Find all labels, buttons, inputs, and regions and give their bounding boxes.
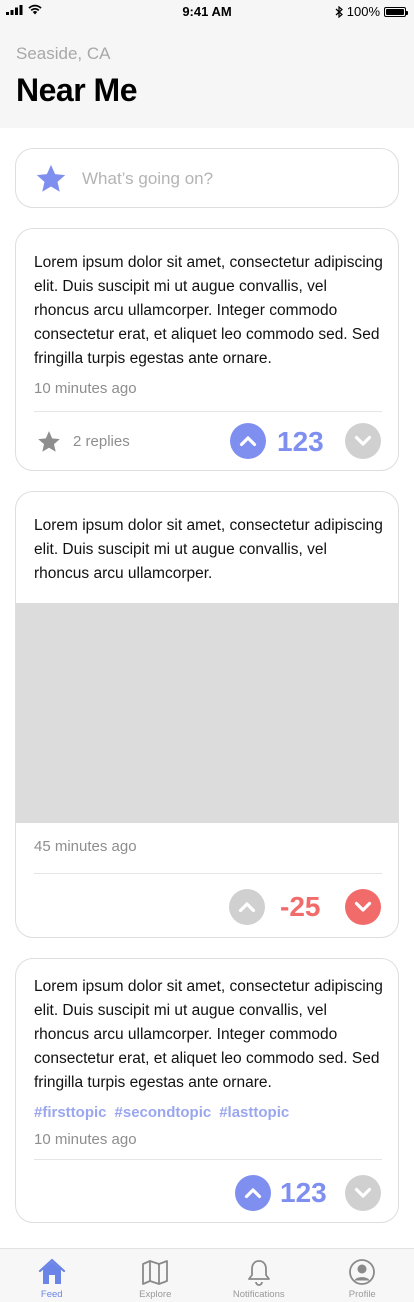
downvote-button[interactable] <box>345 423 381 459</box>
post-timestamp: 10 minutes ago <box>34 380 137 397</box>
divider <box>34 1159 382 1160</box>
tab-feed[interactable]: Feed <box>0 1249 104 1302</box>
vote-count: 123 <box>280 1177 327 1208</box>
downvote-button[interactable] <box>345 889 381 925</box>
tab-label: Explore <box>139 1289 172 1300</box>
post-timestamp: 10 minutes ago <box>34 1131 137 1148</box>
topic-tag[interactable]: #secondtopic <box>115 1104 212 1121</box>
compose-input[interactable] <box>82 161 382 197</box>
divider <box>34 873 382 874</box>
post-text: Lorem ipsum dolor sit amet, consectetur … <box>34 978 383 1091</box>
post-image[interactable] <box>16 603 398 823</box>
chevron-up-icon <box>244 1188 262 1199</box>
star-icon[interactable] <box>34 162 68 196</box>
tab-explore[interactable]: Explore <box>104 1249 208 1302</box>
post-text: Lorem ipsum dolor sit amet, consectetur … <box>34 517 383 582</box>
tab-label: Profile <box>348 1289 376 1300</box>
page-title: Near Me <box>16 72 138 108</box>
upvote-button[interactable] <box>230 423 266 459</box>
topic-tags: #firsttopic #secondtopic #lasttopic <box>34 1104 289 1121</box>
vote-count: 123 <box>277 426 324 457</box>
battery-icon <box>384 6 408 17</box>
downvote-button[interactable] <box>345 1175 381 1211</box>
header: Seaside, CA Near Me <box>0 22 414 128</box>
tab-bar: Feed Explore Notifications Profile <box>0 1248 414 1302</box>
chevron-down-icon <box>354 1187 372 1198</box>
post-card[interactable]: Lorem ipsum dolor sit amet, consectetur … <box>15 228 399 471</box>
battery-percent: 100% <box>346 4 380 19</box>
profile-icon <box>349 1259 376 1285</box>
divider <box>34 411 382 412</box>
home-icon <box>38 1258 65 1284</box>
chevron-up-icon <box>239 436 257 447</box>
status-right: 100% <box>335 4 408 19</box>
feed[interactable]: Lorem ipsum dolor sit amet, consectetur … <box>0 128 414 1248</box>
upvote-button[interactable] <box>235 1175 271 1211</box>
topic-tag[interactable]: #firsttopic <box>34 1104 107 1121</box>
post-card[interactable]: Lorem ipsum dolor sit amet, consectetur … <box>15 958 399 1223</box>
location-label: Seaside, CA <box>16 44 111 63</box>
star-icon[interactable] <box>36 429 62 455</box>
bell-icon <box>247 1260 270 1286</box>
vote-count: -25 <box>280 891 321 922</box>
replies-count[interactable]: 2 replies <box>73 433 130 450</box>
topic-tag[interactable]: #lasttopic <box>219 1104 289 1121</box>
status-bar: 9:41 AM 100% <box>0 0 414 22</box>
chevron-down-icon <box>354 901 372 912</box>
map-icon <box>142 1260 169 1285</box>
post-timestamp: 45 minutes ago <box>34 838 137 855</box>
chevron-down-icon <box>354 435 372 446</box>
upvote-button[interactable] <box>229 889 265 925</box>
tab-profile[interactable]: Profile <box>311 1249 414 1302</box>
tab-label: Feed <box>40 1289 63 1300</box>
tab-notifications[interactable]: Notifications <box>207 1249 311 1302</box>
tab-label: Notifications <box>232 1289 285 1300</box>
bluetooth-icon <box>335 5 343 18</box>
post-text: Lorem ipsum dolor sit amet, consectetur … <box>34 254 383 367</box>
post-card[interactable]: Lorem ipsum dolor sit amet, consectetur … <box>15 491 399 938</box>
chevron-up-icon <box>238 902 256 913</box>
compose-box[interactable] <box>15 148 399 208</box>
